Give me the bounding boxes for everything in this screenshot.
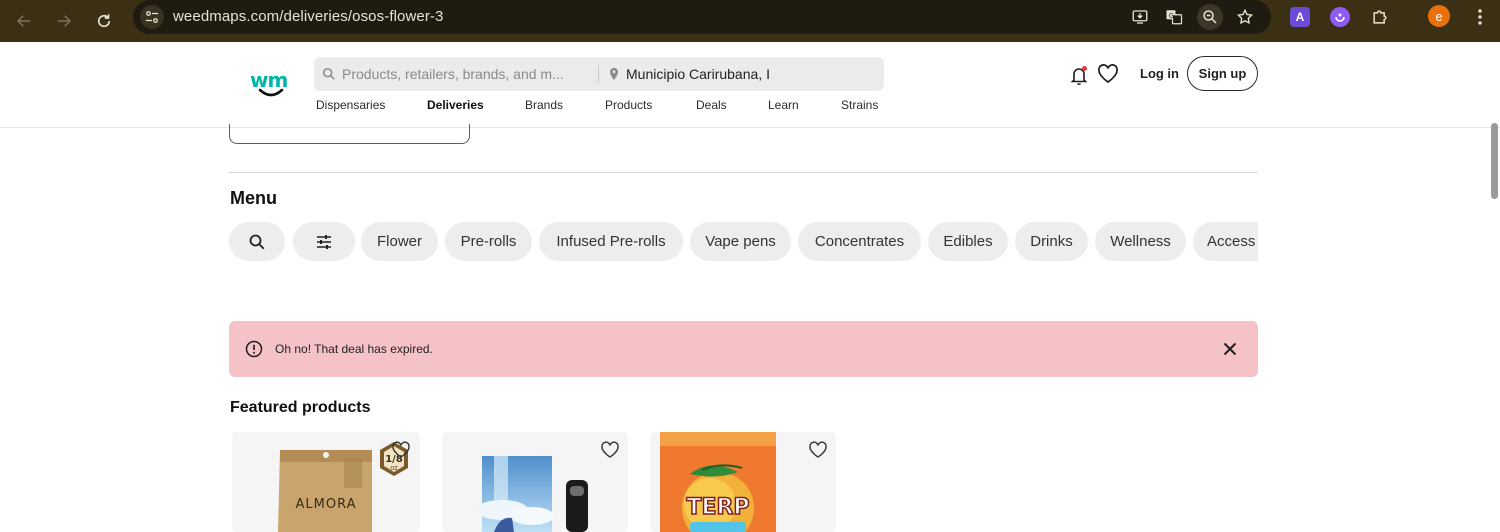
reload-icon (97, 14, 111, 28)
close-icon[interactable] (1221, 340, 1239, 358)
reload-button[interactable] (88, 5, 120, 37)
logo-text: wm (250, 68, 288, 92)
back-arrow-icon (16, 15, 30, 27)
deal-expired-alert: Oh no! That deal has expired. (229, 321, 1258, 377)
page-scrollbar[interactable] (1488, 120, 1500, 525)
nav-deliveries[interactable]: Deliveries (427, 98, 484, 112)
favorite-heart-icon[interactable] (808, 441, 828, 459)
address-bar[interactable]: weedmaps.com/deliveries/osos-flower-3 G (133, 0, 1271, 34)
bookmark-star-icon[interactable] (1232, 5, 1258, 29)
site-header: wm Dispensaries Deliveries Brands Produc… (0, 42, 1500, 128)
location-pin-icon (610, 67, 618, 81)
chip-infused-pre-rolls[interactable]: Infused Pre-rolls (539, 222, 683, 261)
chip-concentrates[interactable]: Concentrates (798, 222, 921, 261)
nav-products[interactable]: Products (605, 98, 652, 112)
profile-avatar[interactable]: e (1428, 5, 1450, 27)
browser-menu-icon[interactable] (1470, 6, 1490, 28)
nav-deals[interactable]: Deals (696, 98, 727, 112)
filter-sliders-icon (317, 234, 331, 249)
favorite-heart-icon[interactable] (391, 441, 411, 459)
product-card[interactable] (442, 432, 628, 532)
chip-edibles[interactable]: Edibles (928, 222, 1008, 261)
chip-accessories[interactable]: Access (1193, 222, 1258, 261)
featured-products-heading: Featured products (230, 399, 371, 416)
chip-pre-rolls[interactable]: Pre-rolls (445, 222, 532, 261)
site-info-icon[interactable] (140, 5, 164, 29)
chip-flower[interactable]: Flower (361, 222, 438, 261)
notification-bell-icon[interactable] (1068, 64, 1090, 86)
favorite-heart-icon[interactable] (600, 441, 620, 459)
menu-search-button[interactable] (229, 222, 285, 261)
signup-button[interactable]: Sign up (1187, 56, 1258, 91)
menu-filter-button[interactable] (293, 222, 355, 261)
card-brand-text: TERP (686, 495, 749, 520)
section-divider (229, 172, 1258, 173)
zoom-icon[interactable] (1197, 4, 1223, 30)
card-brand-text: ALMORA (296, 497, 357, 512)
scrollbar-thumb[interactable] (1491, 123, 1498, 199)
forward-button[interactable] (48, 5, 80, 37)
search-icon (249, 234, 265, 249)
search-bar (314, 57, 884, 91)
product-card[interactable]: TERP (650, 432, 836, 532)
weedmaps-logo[interactable]: wm (250, 70, 294, 102)
back-button[interactable] (8, 5, 40, 37)
translate-icon[interactable]: G (1161, 5, 1187, 29)
favorites-heart-icon[interactable] (1097, 64, 1119, 84)
card-weight-unit: OZ (390, 466, 398, 472)
alert-info-icon (245, 340, 263, 358)
chip-wellness[interactable]: Wellness (1095, 222, 1186, 261)
alert-message: Oh no! That deal has expired. (275, 342, 433, 356)
nav-dispensaries[interactable]: Dispensaries (316, 98, 385, 112)
install-app-icon[interactable] (1127, 5, 1153, 29)
previous-section-box (229, 124, 470, 144)
search-icon (322, 67, 335, 80)
menu-category-chips: Flower Pre-rolls Infused Pre-rolls Vape … (229, 222, 1258, 262)
location-input[interactable] (626, 57, 876, 91)
svg-text:G: G (1169, 12, 1174, 20)
url-text[interactable]: weedmaps.com/deliveries/osos-flower-3 (173, 8, 443, 25)
logo-smile-icon (258, 88, 284, 97)
browser-toolbar: weedmaps.com/deliveries/osos-flower-3 G … (0, 0, 1500, 42)
menu-heading: Menu (230, 188, 277, 208)
login-link[interactable]: Log in (1140, 66, 1179, 81)
chip-vape-pens[interactable]: Vape pens (690, 222, 791, 261)
search-divider (598, 65, 599, 83)
extensions-puzzle-icon[interactable] (1370, 7, 1390, 27)
product-card[interactable]: ALMORA 1/8 OZ (232, 432, 420, 532)
nav-strains[interactable]: Strains (841, 98, 878, 112)
nav-learn[interactable]: Learn (768, 98, 799, 112)
nav-brands[interactable]: Brands (525, 98, 563, 112)
search-input[interactable] (342, 57, 598, 91)
chip-drinks[interactable]: Drinks (1015, 222, 1088, 261)
extension-a-icon[interactable]: A (1290, 7, 1310, 27)
extension-purple-icon[interactable] (1330, 7, 1350, 27)
forward-arrow-icon (58, 15, 72, 27)
